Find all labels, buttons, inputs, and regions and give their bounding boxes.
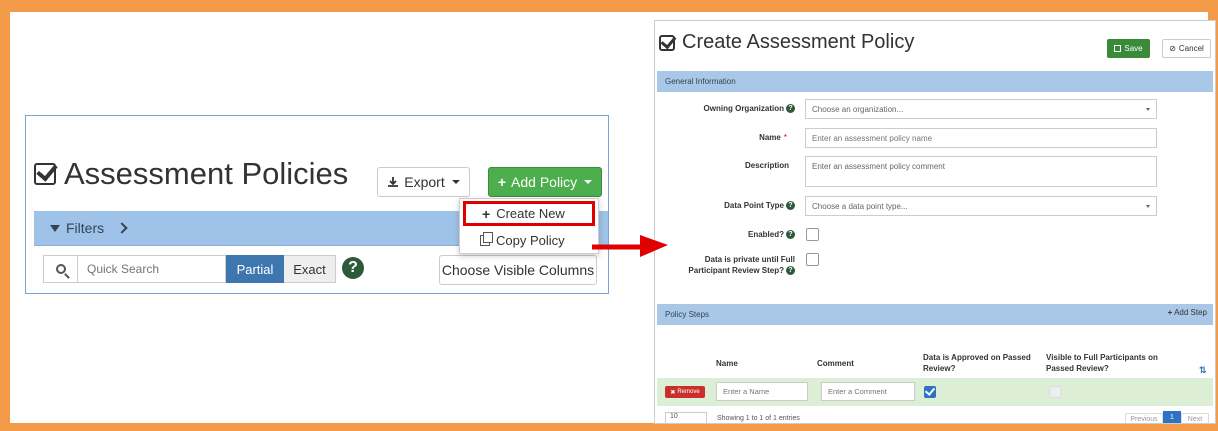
close-icon: ✖: [670, 389, 676, 396]
export-button[interactable]: Export: [377, 167, 470, 197]
caret-down-icon: [1146, 108, 1150, 111]
save-button[interactable]: Save: [1107, 39, 1150, 58]
quick-search-group: Partial Exact: [43, 255, 336, 283]
next-page-button[interactable]: Next: [1181, 413, 1209, 423]
sort-icon[interactable]: ⇅: [1199, 365, 1207, 376]
name-label-text: Name: [759, 133, 781, 142]
enabled-label-text: Enabled?: [747, 230, 784, 239]
page-title: Create Assessment Policy: [659, 31, 914, 54]
export-label: Export: [404, 174, 445, 190]
description-label: Description: [744, 161, 789, 170]
entries-info: Showing 1 to 1 of 1 entries: [717, 415, 800, 422]
visible-header-line1: Visible to Full Participants on: [1046, 353, 1158, 362]
exact-match-button[interactable]: Exact: [284, 255, 336, 283]
enabled-checkbox[interactable]: [806, 228, 819, 241]
save-icon: [1114, 45, 1122, 52]
plus-icon: +: [1167, 308, 1173, 317]
copy-icon: [480, 231, 493, 246]
approved-header-line1: Data is Approved on Passed: [923, 353, 1031, 362]
policy-steps-header: Policy Steps + Add Step: [657, 304, 1213, 325]
column-header-visible[interactable]: Visible to Full Participants on Passed R…: [1046, 352, 1158, 374]
add-policy-dropdown-menu: + Create New Copy Policy: [459, 198, 599, 254]
add-step-button[interactable]: + Add Step: [1168, 308, 1207, 317]
data-point-type-placeholder: Choose a data point type...: [812, 201, 908, 211]
data-point-type-select[interactable]: Choose a data point type...: [805, 196, 1157, 216]
checkbox-square-icon: [659, 34, 675, 51]
search-icon: [55, 264, 66, 274]
download-icon: [388, 177, 399, 187]
owning-organization-label-text: Owning Organization: [703, 104, 784, 113]
add-policy-label: Add Policy: [511, 174, 578, 190]
copy-policy-label: Copy Policy: [496, 232, 565, 248]
description-placeholder: Enter an assessment policy comment: [812, 162, 945, 171]
create-assessment-policy-panel: Create Assessment Policy Save ⊘ Cancel G…: [654, 20, 1216, 424]
approved-checkbox[interactable]: [924, 386, 936, 398]
save-label: Save: [1124, 44, 1143, 53]
private-until-review-checkbox[interactable]: [806, 253, 819, 266]
step-comment-input[interactable]: [821, 382, 915, 401]
data-point-type-label: Data Point Type?: [655, 201, 795, 211]
column-header-approved[interactable]: Data is Approved on Passed Review?: [923, 352, 1031, 374]
private-until-review-label: Data is private until Full Participant R…: [655, 254, 795, 276]
general-information-header: General Information: [657, 71, 1213, 92]
visible-header-line2: Passed Review?: [1046, 364, 1109, 373]
page-title-text: Create Assessment Policy: [682, 31, 915, 53]
column-header-name[interactable]: Name: [716, 358, 738, 369]
cancel-icon: ⊘: [1169, 44, 1176, 53]
search-icon-button[interactable]: [43, 255, 78, 283]
private-label-line2: Participant Review Step?: [688, 266, 784, 275]
plus-icon: +: [497, 174, 507, 190]
partial-match-button[interactable]: Partial: [226, 255, 284, 283]
create-new-menu-item[interactable]: + Create New: [463, 201, 595, 226]
column-header-comment[interactable]: Comment: [817, 358, 854, 369]
choose-visible-columns-button[interactable]: Choose Visible Columns: [439, 255, 597, 285]
filters-label: Filters: [66, 220, 105, 236]
page-1-button[interactable]: 1: [1163, 411, 1181, 423]
checkbox-square-icon: [34, 163, 56, 185]
caret-down-icon: [1146, 205, 1150, 208]
cancel-label: Cancel: [1178, 44, 1204, 53]
owning-organization-label: Owning Organization?: [655, 104, 795, 114]
previous-page-button[interactable]: Previous: [1125, 413, 1163, 423]
arrow-right-icon: [592, 235, 668, 257]
name-label: Name *: [655, 133, 787, 142]
help-icon[interactable]: ?: [786, 266, 795, 276]
table-row: ✖ Remove: [657, 378, 1213, 406]
data-point-type-label-text: Data Point Type: [724, 201, 784, 210]
chevron-right-icon: [116, 222, 128, 234]
create-new-label: Create New: [496, 206, 565, 221]
policy-steps-title: Policy Steps: [665, 310, 710, 319]
owning-organization-select[interactable]: Choose an organization...: [805, 99, 1157, 119]
quick-search-input[interactable]: [78, 255, 226, 283]
add-step-label: Add Step: [1174, 308, 1207, 317]
step-name-input[interactable]: [716, 382, 808, 401]
caret-down-icon: [451, 180, 460, 184]
cancel-button[interactable]: ⊘ Cancel: [1162, 39, 1211, 58]
plus-icon: +: [482, 205, 491, 222]
owning-organization-placeholder: Choose an organization...: [812, 104, 904, 114]
help-icon[interactable]: ?: [786, 201, 795, 211]
page-title-text: Assessment Policies: [64, 156, 349, 191]
approved-header-line2: Review?: [923, 364, 956, 373]
remove-step-button[interactable]: ✖ Remove: [665, 386, 705, 398]
filter-icon: [50, 224, 60, 232]
description-textarea[interactable]: Enter an assessment policy comment: [805, 156, 1157, 187]
enabled-label: Enabled??: [655, 230, 795, 240]
pagination-row: 10 Showing 1 to 1 of 1 entries Previous …: [657, 410, 1213, 423]
copy-policy-menu-item[interactable]: Copy Policy: [460, 229, 598, 251]
help-icon[interactable]: ?: [342, 257, 364, 279]
page-title: Assessment Policies: [34, 156, 348, 192]
private-label-line1: Data is private until Full: [704, 255, 795, 264]
required-marker: *: [783, 133, 787, 142]
visible-checkbox[interactable]: [1049, 386, 1061, 398]
page-size-select[interactable]: 10: [665, 412, 707, 423]
help-icon[interactable]: ?: [786, 230, 795, 240]
add-policy-button[interactable]: + Add Policy: [488, 167, 602, 197]
caret-down-icon: [584, 180, 593, 184]
remove-label: Remove: [677, 389, 700, 395]
policy-name-input[interactable]: [805, 128, 1157, 148]
help-icon[interactable]: ?: [786, 104, 795, 114]
